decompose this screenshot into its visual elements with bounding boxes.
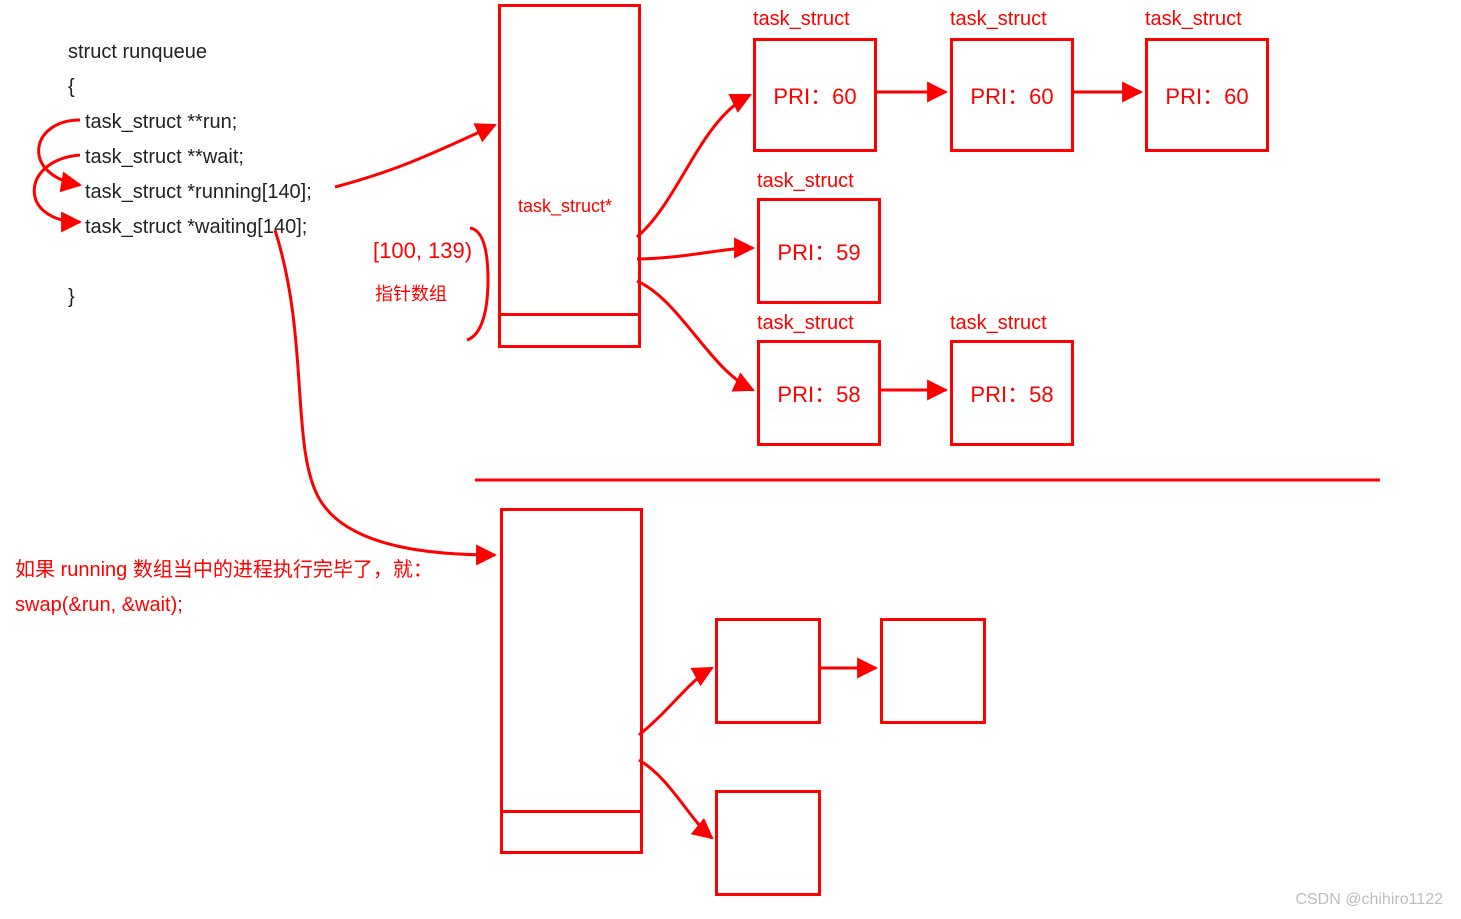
note-line-1: 如果 running 数组当中的进程执行完毕了，就： [15,555,433,585]
label-task-struct-1b: task_struct [950,8,1047,31]
node-pri60-2: PRI：60 [950,38,1074,152]
array-slot-4 [498,291,641,316]
code-line-3: task_struct **run; [85,105,237,140]
label-range: [100, 139) [373,238,472,264]
text-pri58-2: PRI：58 [970,377,1053,409]
note-line-2: swap(&run, &wait); [15,590,183,620]
label-task-struct-2: task_struct [757,170,854,193]
label-task-struct-3b: task_struct [950,312,1047,335]
label-task-struct-ptr: task_struct* [518,196,612,217]
code-line-5: task_struct *running[140]; [85,175,312,210]
code-line-4: task_struct **wait; [85,140,244,175]
text-pri59: PRI：59 [777,235,860,267]
watermark: CSDN @chihiro1122 [1295,891,1443,909]
wait-node-1 [715,618,821,724]
label-task-struct-1c: task_struct [1145,8,1242,31]
code-line-1: struct runqueue [68,35,207,70]
node-pri60-3: PRI：60 [1145,38,1269,152]
node-pri58-2: PRI：58 [950,340,1074,446]
wait-node-2 [880,618,986,724]
node-pri58-1: PRI：58 [757,340,881,446]
code-line-7: } [68,280,75,315]
label-task-struct-1a: task_struct [753,8,850,31]
text-pri58-1: PRI：58 [777,377,860,409]
text-pri60-3: PRI：60 [1165,79,1248,111]
text-pri60-1: PRI：60 [773,79,856,111]
code-line-2: { [68,70,75,105]
text-pri60-2: PRI：60 [970,79,1053,111]
wait-slot-4 [500,788,643,813]
node-pri59: PRI：59 [757,198,881,304]
label-task-struct-3a: task_struct [757,312,854,335]
code-line-6: task_struct *waiting[140]; [85,210,307,245]
node-pri60-1: PRI：60 [753,38,877,152]
label-pointer-array: 指针数组 [375,280,447,306]
wait-node-3 [715,790,821,896]
